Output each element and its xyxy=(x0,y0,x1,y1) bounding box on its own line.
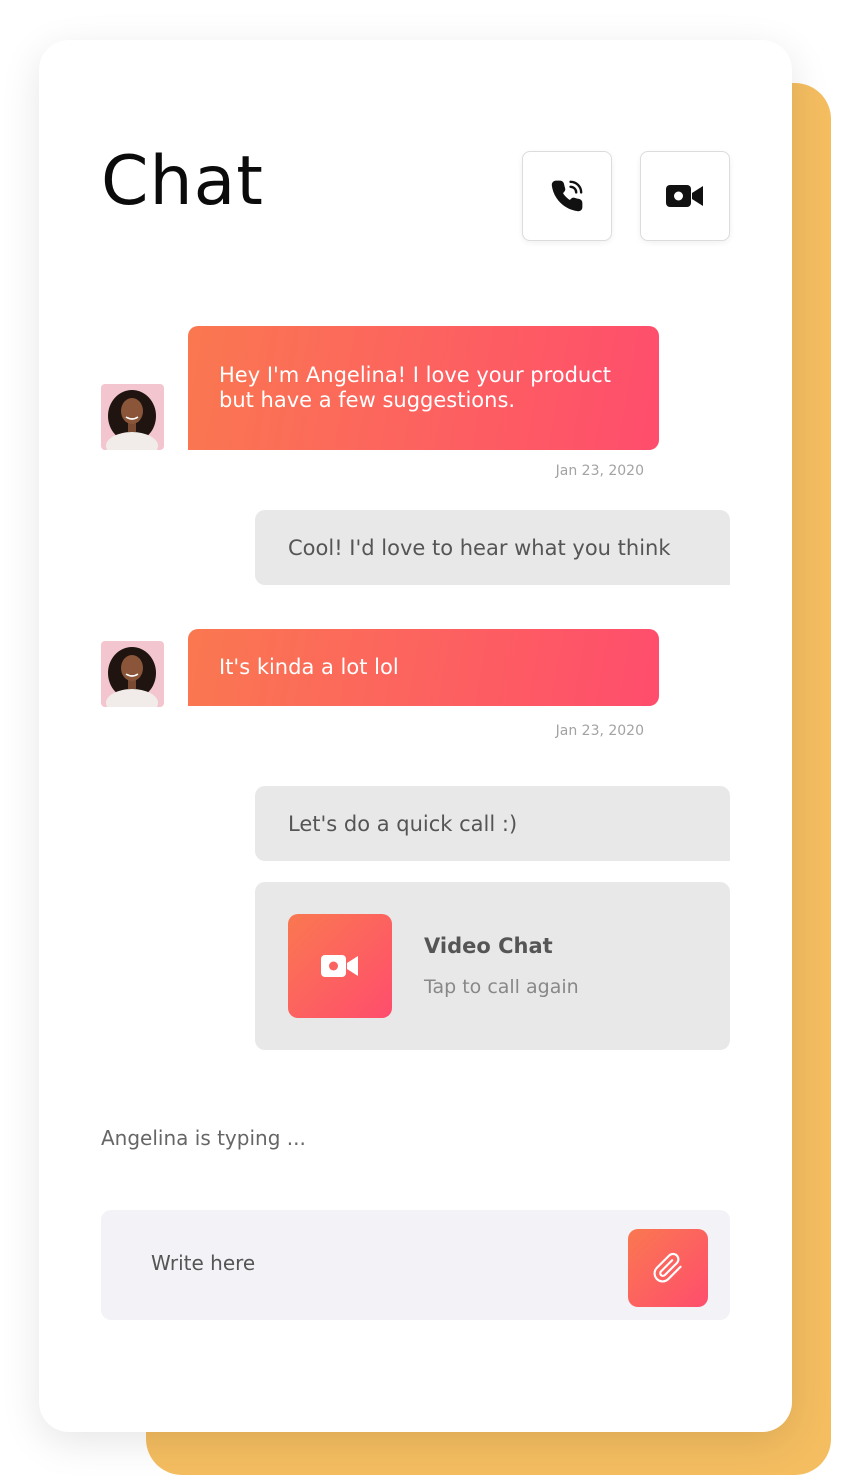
incoming-message-bubble: Hey I'm Angelina! I love your product bu… xyxy=(188,326,659,450)
avatar xyxy=(101,384,164,450)
video-chat-card[interactable]: Video Chat Tap to call again xyxy=(255,882,730,1050)
video-camera-icon xyxy=(321,955,358,977)
video-call-button[interactable] xyxy=(640,151,730,241)
avatar xyxy=(101,641,164,707)
chat-panel: Chat Hey I'm Angelina! I love your produ… xyxy=(39,40,792,1432)
message-text: It's kinda a lot lol xyxy=(219,655,399,679)
video-chat-title: Video Chat xyxy=(424,934,553,958)
message-composer xyxy=(101,1210,730,1320)
message-timestamp: Jan 23, 2020 xyxy=(555,723,644,739)
message-text: Hey I'm Angelina! I love your product bu… xyxy=(219,363,612,412)
outgoing-message-bubble: Let's do a quick call :) xyxy=(255,786,730,861)
page-title: Chat xyxy=(101,142,264,221)
voice-call-button[interactable] xyxy=(522,151,612,241)
phone-ringing-icon xyxy=(551,180,583,212)
video-chat-subtitle: Tap to call again xyxy=(424,976,579,998)
message-input[interactable] xyxy=(149,1240,613,1286)
outgoing-message-bubble: Cool! I'd love to hear what you think xyxy=(255,510,730,585)
video-chat-thumbnail[interactable] xyxy=(288,914,392,1018)
message-text: Cool! I'd love to hear what you think xyxy=(288,535,671,560)
typing-indicator: Angelina is typing ... xyxy=(101,1126,306,1150)
message-text: Let's do a quick call :) xyxy=(288,811,518,836)
message-timestamp: Jan 23, 2020 xyxy=(555,463,644,479)
incoming-message-bubble: It's kinda a lot lol xyxy=(188,629,659,706)
attach-button[interactable] xyxy=(628,1229,708,1307)
video-camera-icon xyxy=(666,185,703,207)
paperclip-icon xyxy=(653,1252,682,1283)
